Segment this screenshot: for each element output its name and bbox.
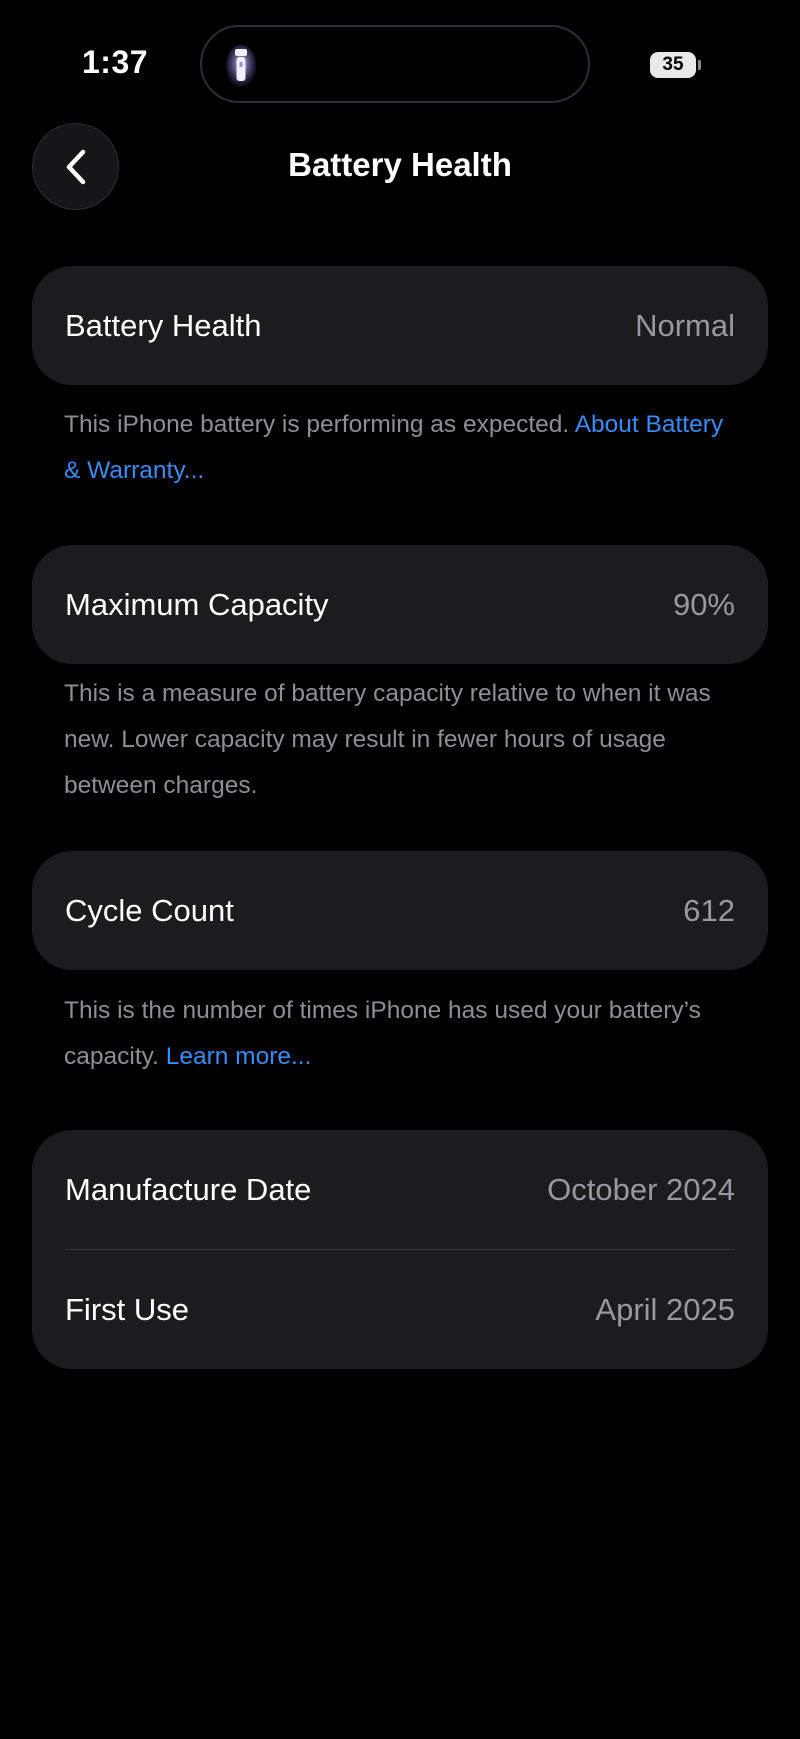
first-use-value: April 2025 <box>595 1291 735 1327</box>
maximum-capacity-card: Maximum Capacity 90% <box>32 545 768 664</box>
battery-health-label: Battery Health <box>65 307 262 343</box>
battery-level: 35 <box>650 52 696 78</box>
cycle-count-card: Cycle Count 612 <box>32 851 768 970</box>
battery-health-screen: 1:37 35 Battery Health Battery Health No… <box>0 0 800 1739</box>
status-time: 1:37 <box>82 44 149 80</box>
battery-health-value: Normal <box>635 307 735 343</box>
battery-health-footnote-text: This iPhone battery is performing as exp… <box>64 411 575 438</box>
first-use-row: First Use April 2025 <box>32 1250 768 1369</box>
battery-indicator: 35 <box>650 52 701 78</box>
manufacture-date-value: October 2024 <box>547 1171 735 1207</box>
maximum-capacity-label: Maximum Capacity <box>65 586 329 622</box>
cycle-count-label: Cycle Count <box>65 892 234 928</box>
cycle-count-value: 612 <box>683 892 735 928</box>
first-use-label: First Use <box>65 1291 189 1327</box>
battery-health-row: Battery Health Normal <box>32 266 768 385</box>
page-title: Battery Health <box>288 146 512 183</box>
dates-card: Manufacture Date October 2024 First Use … <box>32 1130 768 1369</box>
maximum-capacity-footnote: This is a measure of battery capacity re… <box>64 680 711 799</box>
cycle-count-row: Cycle Count 612 <box>32 851 768 970</box>
manufacture-date-label: Manufacture Date <box>65 1171 312 1207</box>
manufacture-date-row: Manufacture Date October 2024 <box>32 1130 768 1249</box>
flashlight-icon <box>226 45 256 87</box>
learn-more-link[interactable]: Learn more... <box>166 1043 312 1070</box>
battery-health-footnote: This iPhone battery is performing as exp… <box>64 402 744 494</box>
battery-health-card: Battery Health Normal <box>32 266 768 385</box>
dynamic-island[interactable] <box>200 25 590 103</box>
maximum-capacity-value: 90% <box>672 586 735 622</box>
maximum-capacity-row: Maximum Capacity 90% <box>32 545 768 664</box>
cycle-count-footnote-text: This is the number of times iPhone has u… <box>64 997 701 1070</box>
cycle-count-footnote: This is the number of times iPhone has u… <box>64 988 744 1080</box>
battery-tip <box>698 60 701 70</box>
